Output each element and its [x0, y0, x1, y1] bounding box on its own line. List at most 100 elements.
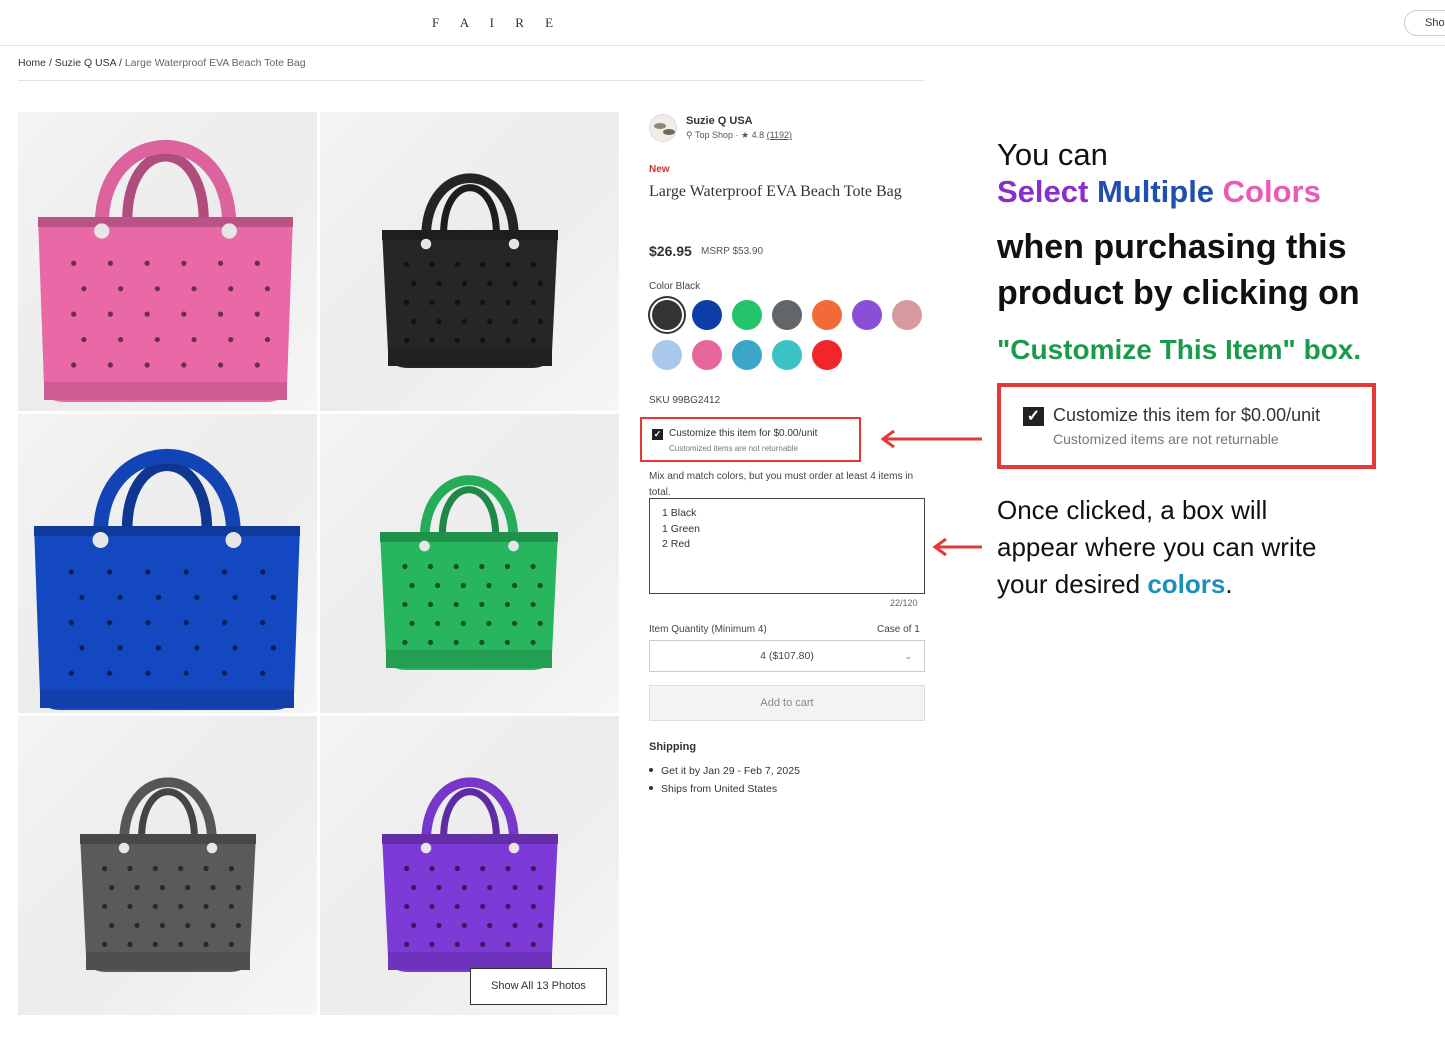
bag-hole-icon — [144, 260, 150, 266]
shop-meta: ⚲ Top Shop · ★ 4.8 (1192) — [686, 130, 792, 141]
bag-body-icon — [382, 834, 558, 972]
add-to-cart-button[interactable]: Add to cart — [649, 685, 925, 721]
shop-name-link[interactable]: Suzie Q USA — [686, 115, 753, 127]
bag-hole-icon — [260, 620, 266, 626]
shop-button[interactable]: Sho — [1404, 10, 1445, 36]
bag-hole-icon — [178, 941, 184, 947]
bag-hole-icon — [530, 941, 536, 947]
msrp-price: MSRP $53.90 — [701, 246, 764, 257]
bag-hole-icon — [144, 311, 150, 317]
bag-hole-icon — [411, 280, 417, 287]
bag-hole-icon — [181, 362, 187, 368]
bag-hole-icon — [232, 594, 238, 600]
bag-hole-icon — [181, 311, 187, 317]
bag-handle-back-icon — [122, 151, 209, 227]
bag-hole-icon — [537, 582, 543, 589]
color-swatch[interactable] — [732, 340, 762, 370]
bag-hole-icon — [117, 594, 123, 600]
bag-hole-icon — [487, 318, 493, 325]
bag-handle-back-icon — [440, 788, 500, 842]
color-swatch[interactable] — [812, 300, 842, 330]
arrow-left-icon — [880, 429, 982, 449]
sku-label: SKU 99BG2412 — [649, 395, 721, 406]
bag-hole-icon — [479, 601, 485, 608]
bag-hole-icon — [152, 903, 158, 910]
quantity-select[interactable]: 4 ($107.80) ⌄ — [649, 640, 925, 672]
bag-hole-icon — [235, 884, 241, 891]
bag-hole-icon — [454, 299, 460, 306]
bag-hole-icon — [530, 563, 536, 570]
bag-hole-icon — [461, 922, 467, 929]
color-swatch[interactable] — [652, 300, 682, 330]
rating-value: 4.8 — [751, 130, 765, 140]
annotation-word: Colors — [1222, 174, 1321, 209]
bag-hole-icon — [254, 362, 260, 368]
annotation-body: when purchasing this product by clicking… — [997, 224, 1360, 316]
bag-hole-icon — [486, 582, 492, 589]
bag-hole-icon — [127, 941, 133, 947]
bag-hole-icon — [159, 922, 165, 929]
customization-textarea[interactable]: 1 Black 1 Green 2 Red — [649, 498, 925, 594]
bag-hole-icon — [460, 582, 466, 589]
bag-hole-icon — [427, 601, 434, 608]
bag-hole-icon — [228, 865, 234, 872]
bag-hole-icon — [79, 645, 85, 651]
bag-hole-icon — [429, 299, 435, 306]
bag-hole-icon — [436, 884, 442, 891]
bag-hole-icon — [210, 922, 216, 929]
color-swatch[interactable] — [652, 340, 682, 370]
product-photo-pink[interactable] — [18, 112, 317, 411]
color-swatch[interactable] — [692, 340, 722, 370]
bag-hole-icon — [68, 670, 74, 676]
product-photo-black[interactable] — [320, 112, 619, 411]
bag-hole-icon — [453, 601, 459, 608]
color-swatch[interactable] — [732, 300, 762, 330]
bag-hole-icon — [228, 903, 234, 910]
annotation-line: appear where you can write — [997, 532, 1317, 562]
product-photo-green[interactable] — [320, 414, 619, 713]
bag-hole-icon — [107, 311, 114, 317]
color-swatch[interactable] — [892, 300, 922, 330]
bag-hole-icon — [454, 941, 460, 947]
product-photo-blue[interactable] — [18, 414, 317, 713]
bag-hole-icon — [537, 620, 543, 627]
bag-hole-icon — [537, 884, 543, 891]
color-swatch[interactable] — [852, 300, 882, 330]
bag-hole-icon — [454, 903, 460, 910]
breadcrumb-home[interactable]: Home — [18, 57, 46, 69]
selected-color-label: Color Black — [649, 281, 701, 292]
color-swatch[interactable] — [812, 340, 842, 370]
wholesale-price: $26.95 — [649, 243, 692, 259]
bag-hole-icon — [127, 865, 133, 872]
color-swatch[interactable] — [772, 340, 802, 370]
bag-hole-icon — [152, 865, 158, 872]
review-count-link[interactable]: (1192) — [767, 130, 792, 140]
product-photo-gray[interactable] — [18, 716, 317, 1015]
bag-hole-icon — [512, 280, 518, 287]
rivet-icon — [508, 540, 519, 552]
bag-hole-icon — [228, 286, 234, 292]
show-all-photos-button[interactable]: Show All 13 Photos — [470, 968, 607, 1005]
customize-checkbox[interactable]: ✓ — [652, 429, 663, 440]
shop-avatar[interactable] — [649, 114, 677, 142]
bag-hole-icon — [106, 670, 113, 676]
bag-hole-icon — [480, 903, 486, 910]
bag-hole-icon — [81, 336, 87, 343]
bag-body-icon — [380, 532, 558, 670]
color-swatch[interactable] — [692, 300, 722, 330]
bag-hole-icon — [435, 620, 441, 627]
bag-handle-back-icon — [138, 788, 198, 842]
bag-hole-icon — [512, 922, 518, 929]
color-swatch[interactable] — [772, 300, 802, 330]
annotation-line: when purchasing this — [997, 228, 1347, 266]
textarea-line: 2 Red — [662, 538, 691, 550]
bag-hole-icon — [429, 865, 435, 872]
bag-hole-icon — [109, 884, 115, 891]
bag-hole-icon — [106, 569, 113, 575]
faire-logo[interactable]: F A I R E — [432, 15, 562, 31]
customize-checkbox-label[interactable]: Customize this item for $0.00/unit — [669, 428, 817, 439]
bag-hole-icon — [191, 336, 197, 343]
bag-hole-icon — [217, 311, 224, 317]
rivet-icon — [420, 842, 432, 854]
breadcrumb-brand[interactable]: Suzie Q USA — [55, 57, 116, 69]
